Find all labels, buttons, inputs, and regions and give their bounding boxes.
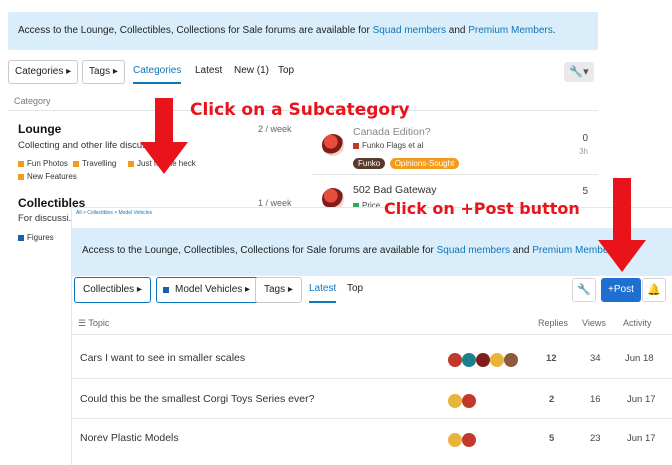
topic-title[interactable]: Cars I want to see in smaller scales	[80, 352, 245, 364]
tag-funko[interactable]: Funko	[353, 158, 386, 169]
model-vehicles-screenshot: All > Collectibles > Model Vehicles Acce…	[72, 208, 672, 465]
topic-tags: Funko Opinions-Sought	[353, 153, 460, 171]
blue-square-icon	[163, 287, 169, 293]
banner-text-suffix: .	[552, 25, 556, 36]
blue-square-icon	[18, 234, 24, 241]
banner-text-prefix: Access to the Lounge, Collectibles, Coll…	[82, 245, 437, 256]
category-lounge[interactable]: Lounge	[18, 122, 61, 136]
divider	[72, 378, 672, 379]
views-column-header[interactable]: Views	[582, 318, 606, 328]
category-lounge-frequency: 2 / week	[258, 124, 292, 134]
category-lounge-description: Collecting and other life discus...	[18, 140, 155, 151]
tags-dropdown[interactable]: Tags ▸	[82, 60, 125, 84]
divider	[312, 174, 598, 175]
annotation-subcategory: Click on a Subcategory	[190, 100, 410, 120]
avatar	[462, 433, 476, 447]
wrench-icon[interactable]: 🔧	[572, 278, 596, 302]
avatar	[322, 134, 344, 156]
topic-replies: 5	[582, 186, 588, 197]
avatar	[504, 353, 518, 367]
tab-latest[interactable]: Latest	[309, 277, 337, 303]
topic-views: 23	[590, 433, 601, 444]
avatar	[448, 353, 462, 367]
collectibles-dropdown[interactable]: Collectibles ▸	[74, 277, 151, 303]
topic-category[interactable]: Funko Flags et al	[353, 141, 423, 150]
squad-members-link[interactable]: Squad members	[437, 245, 510, 256]
subcategory-travelling[interactable]: Travelling	[73, 159, 116, 168]
topic-replies: 12	[546, 353, 557, 364]
topic-replies: 0	[582, 133, 588, 144]
topic-activity[interactable]: Jun 17	[627, 394, 656, 405]
banner-text-mid: and	[510, 245, 533, 256]
tab-latest[interactable]: Latest	[195, 60, 222, 84]
tab-categories[interactable]: Categories	[133, 60, 182, 84]
annotation-post-button: Click on +Post button	[384, 199, 580, 218]
tab-new[interactable]: New (1)	[234, 60, 269, 84]
premium-members-link[interactable]: Premium Membe	[532, 245, 608, 256]
access-banner: Access to the Lounge, Collectibles, Coll…	[8, 12, 598, 50]
divider	[72, 418, 672, 419]
topic-replies: 5	[549, 433, 555, 444]
tag-opinions-sought[interactable]: Opinions-Sought	[389, 158, 460, 169]
avatar	[462, 353, 476, 367]
category-collectibles-frequency: 1 / week	[258, 198, 292, 208]
down-arrow-annotation	[140, 98, 188, 176]
avatar	[490, 353, 504, 367]
orange-square-icon	[18, 160, 24, 167]
topic-title[interactable]: Norev Plastic Models	[80, 432, 179, 444]
avatar	[322, 188, 344, 210]
banner-text-prefix: Access to the Lounge, Collectibles, Coll…	[18, 25, 373, 36]
divider	[72, 334, 672, 335]
model-vehicles-dropdown[interactable]: Model Vehicles ▸	[156, 277, 260, 303]
topic-activity[interactable]: Jun 18	[625, 353, 654, 364]
orange-square-icon	[18, 173, 24, 180]
avatar	[462, 394, 476, 408]
topic-activity[interactable]: Jun 17	[627, 433, 656, 444]
avatar	[476, 353, 490, 367]
topic-column-header: ☰ Topic	[78, 318, 110, 328]
replies-column-header[interactable]: Replies	[538, 318, 568, 328]
topic-title[interactable]: Could this be the smallest Corgi Toys Se…	[80, 393, 314, 405]
category-collectibles-description: For discussi...	[18, 213, 77, 224]
list-icon: ☰	[78, 318, 87, 328]
category-badge-icon	[353, 142, 359, 149]
activity-column-header[interactable]: Activity	[623, 318, 652, 328]
new-post-button[interactable]: +Post	[601, 278, 641, 302]
avatar	[448, 433, 462, 447]
tab-top[interactable]: Top	[347, 277, 363, 303]
tab-top[interactable]: Top	[278, 60, 294, 84]
squad-members-link[interactable]: Squad members	[373, 25, 446, 36]
banner-text-mid: and	[446, 25, 469, 36]
topic-views: 34	[590, 353, 601, 364]
premium-members-link[interactable]: Premium Members	[468, 25, 552, 36]
topic-title[interactable]: Canada Edition?	[353, 126, 431, 138]
category-column-header: Category	[14, 96, 51, 106]
topic-title[interactable]: 502 Bad Gateway	[353, 184, 436, 196]
breadcrumb[interactable]: All > Collectibles > Model Vehicles	[76, 210, 152, 216]
orange-square-icon	[128, 160, 134, 167]
tags-dropdown[interactable]: Tags ▸	[255, 277, 302, 303]
subcategory-figures[interactable]: Figures	[18, 233, 54, 242]
down-arrow-annotation	[598, 178, 646, 274]
topic-age: 3h	[579, 147, 588, 156]
wrench-icon[interactable]: 🔧▾	[564, 62, 594, 82]
orange-square-icon	[73, 160, 79, 167]
topic-replies: 2	[549, 394, 555, 405]
subcategory-fun-photos[interactable]: Fun Photos	[18, 159, 68, 168]
avatar	[448, 394, 462, 408]
categories-dropdown[interactable]: Categories ▸	[8, 60, 79, 84]
bell-icon[interactable]: 🔔	[642, 278, 666, 302]
category-nav-bar: Categories ▸ Tags ▸ Categories Latest Ne…	[8, 60, 598, 84]
access-banner: Access to the Lounge, Collectibles, Coll…	[72, 228, 672, 276]
topic-views: 16	[590, 394, 601, 405]
subcategory-new-features[interactable]: New Features	[18, 172, 77, 181]
